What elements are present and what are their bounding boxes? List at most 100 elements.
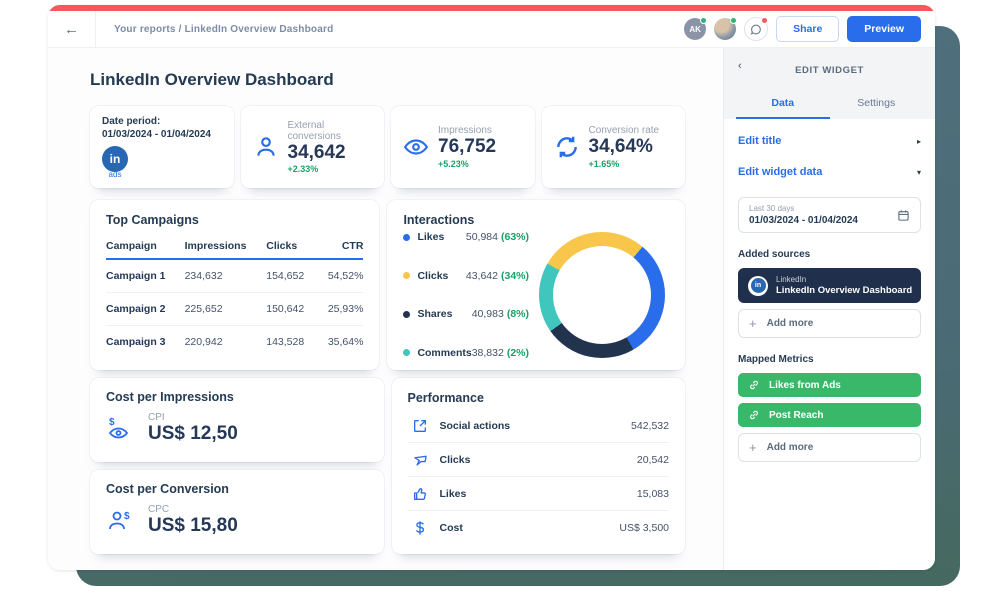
legend-value: 38,832 (472, 347, 504, 359)
legend-item[interactable]: Shares 40,983 (8%) (403, 308, 529, 320)
avatar-ak[interactable]: AK (684, 18, 706, 40)
date-period-card[interactable]: Date period: 01/03/2024 - 01/04/2024 in … (90, 106, 234, 188)
plus-icon: + (749, 317, 757, 330)
column-header[interactable]: Clicks (266, 233, 316, 259)
legend-item[interactable]: Likes 50,984 (63%) (403, 231, 529, 243)
date-range-value: 01/03/2024 - 01/04/2024 (749, 215, 897, 226)
comments-button[interactable] (744, 17, 768, 41)
panel-back-button[interactable]: ‹ (738, 60, 742, 72)
legend-item[interactable]: Comments 38,832 (2%) (403, 347, 529, 359)
legend-item[interactable]: Clicks 43,642 (34%) (403, 270, 529, 282)
online-status-dot (730, 17, 737, 24)
preview-button[interactable]: Preview (847, 16, 921, 42)
panel-title: EDIT WIDGET (795, 65, 864, 76)
mapped-metric-post-reach[interactable]: Post Reach (738, 403, 921, 427)
refresh-icon (554, 134, 580, 160)
cpc-value: US$ 15,80 (148, 515, 238, 537)
legend-dot (403, 311, 410, 318)
table-row[interactable]: Campaign 1 234,632 154,652 54,52% (106, 259, 363, 293)
add-more-label: Add more (767, 442, 814, 453)
cost-per-conversion-card[interactable]: Cost per Conversion $ CPC US$ 15,80 (90, 470, 384, 554)
cpi-value: US$ 12,50 (148, 423, 238, 445)
topbar-actions: AK Share Preview (684, 11, 935, 47)
campaign-ctr: 35,64% (316, 326, 363, 359)
app-window: ← Your reports / LinkedIn Overview Dashb… (48, 5, 935, 570)
table-row[interactable]: Campaign 2 225,652 150,642 25,93% (106, 293, 363, 326)
metrics-row: Date period: 01/03/2024 - 01/04/2024 in … (90, 106, 685, 188)
legend-percent: (63%) (501, 231, 529, 243)
source-card-linkedin[interactable]: in LinkedIn LinkedIn Overview Dashboard (738, 268, 921, 303)
column-header[interactable]: Campaign (106, 233, 185, 259)
dollar-icon (412, 520, 428, 536)
mapped-metric-label: Post Reach (769, 410, 823, 421)
performance-value: US$ 3,500 (619, 522, 669, 534)
table-row[interactable]: Campaign 3 220,942 143,528 35,64% (106, 326, 363, 359)
interactions-donut[interactable] (539, 232, 665, 358)
mapped-metric-likes-from-ads[interactable]: Likes from Ads (738, 373, 921, 397)
eye-icon (403, 134, 429, 160)
breadcrumb[interactable]: Your reports / LinkedIn Overview Dashboa… (114, 11, 333, 47)
notification-dot (761, 17, 768, 24)
metric-delta: +5.23% (438, 159, 496, 169)
column-header[interactable]: CTR (316, 233, 363, 259)
legend-dot (403, 272, 410, 279)
source-name: LinkedIn Overview Dashboard (776, 285, 912, 296)
dashboard-main: LinkedIn Overview Dashboard Date period:… (48, 48, 723, 570)
performance-row[interactable]: Cost US$ 3,500 (408, 511, 670, 545)
added-sources-label: Added sources (738, 249, 921, 260)
legend-value: 50,984 (466, 231, 498, 243)
chevron-down-icon: ▾ (917, 168, 921, 177)
plus-icon: + (749, 441, 757, 454)
edit-widget-data-row[interactable]: Edit widget data ▾ (738, 166, 921, 178)
cpi-title: Cost per Impressions (106, 390, 368, 404)
edit-widget-data-label: Edit widget data (738, 166, 822, 178)
edit-widget-header: ‹ EDIT WIDGET Data Settings (724, 48, 935, 119)
performance-label: Likes (440, 488, 637, 500)
performance-row[interactable]: Social actions 542,532 (408, 409, 670, 443)
legend-label: Shares (417, 308, 471, 320)
external-conversions-card[interactable]: External conversions 34,642 +2.33% (241, 106, 385, 188)
date-period-range: 01/03/2024 - 01/04/2024 (102, 129, 222, 140)
conversion-rate-card[interactable]: Conversion rate 34,64% +1.65% (542, 106, 686, 188)
interactions-card[interactable]: Interactions Likes 50,984 (63%) (387, 200, 685, 370)
back-button[interactable]: ← (48, 11, 96, 47)
add-source-button[interactable]: + Add more (738, 309, 921, 338)
campaign-name: Campaign 2 (106, 293, 185, 326)
chat-bubble-icon (750, 23, 763, 36)
top-campaigns-card[interactable]: Top Campaigns Campaign Impressions Click… (90, 200, 379, 370)
linkedin-ads-sublabel: ads (109, 170, 122, 179)
cost-per-impressions-card[interactable]: Cost per Impressions $ CPI US$ 12,50 (90, 378, 384, 462)
panel-tabs: Data Settings (736, 90, 923, 119)
legend-value: 43,642 (466, 270, 498, 282)
campaigns-table: Campaign Impressions Clicks CTR Campaign… (106, 233, 363, 358)
performance-value: 20,542 (637, 454, 669, 466)
add-metric-button[interactable]: + Add more (738, 433, 921, 462)
edit-widget-panel: ‹ EDIT WIDGET Data Settings Edit title ▸… (723, 48, 935, 570)
metric-value: 34,64% (589, 136, 660, 158)
metric-value: 34,642 (288, 142, 373, 164)
performance-row[interactable]: Clicks 20,542 (408, 443, 670, 477)
avatar-photo[interactable] (714, 18, 736, 40)
legend-label: Comments (417, 347, 471, 359)
date-range-field[interactable]: Last 30 days 01/03/2024 - 01/04/2024 (738, 197, 921, 233)
campaign-name: Campaign 1 (106, 259, 185, 293)
page: ← Your reports / LinkedIn Overview Dashb… (0, 0, 992, 603)
impressions-card[interactable]: Impressions 76,752 +5.23% (391, 106, 535, 188)
person-dollar-icon: $ (106, 508, 136, 534)
column-header[interactable]: Impressions (185, 233, 267, 259)
tab-data[interactable]: Data (736, 90, 830, 119)
edit-title-row[interactable]: Edit title ▸ (738, 135, 921, 147)
mapped-metrics-label: Mapped Metrics (738, 354, 921, 365)
metric-delta: +1.65% (589, 159, 660, 169)
linkedin-ads-icon: in (102, 146, 128, 172)
metric-label: External conversions (288, 120, 373, 142)
campaign-clicks: 143,528 (266, 326, 316, 359)
performance-card[interactable]: Performance Social actions 542,532 Click… (392, 378, 686, 554)
share-button[interactable]: Share (776, 16, 839, 42)
performance-row[interactable]: Likes 15,083 (408, 477, 670, 511)
metric-label: Impressions (438, 125, 496, 136)
interactions-title: Interactions (403, 213, 669, 227)
tab-settings[interactable]: Settings (830, 90, 924, 119)
cursor-icon (412, 452, 428, 468)
campaign-ctr: 54,52% (316, 259, 363, 293)
